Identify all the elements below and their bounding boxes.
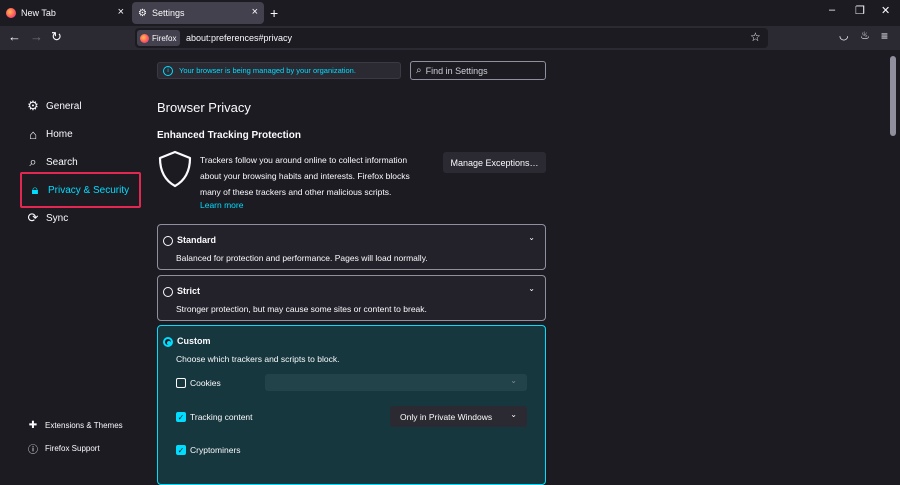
identity-label: Firefox bbox=[152, 33, 177, 43]
strict-radio[interactable] bbox=[163, 287, 173, 297]
option-description: Choose which trackers and scripts to blo… bbox=[176, 354, 340, 364]
gear-icon: ⚙ bbox=[138, 7, 147, 19]
custom-radio[interactable] bbox=[163, 337, 173, 347]
tab-title: New Tab bbox=[21, 8, 56, 18]
menu-icon[interactable]: ≡ bbox=[881, 29, 888, 43]
learn-more-link[interactable]: Learn more bbox=[200, 200, 243, 210]
shield-icon bbox=[157, 150, 193, 188]
option-description: Stronger protection, but may cause some … bbox=[176, 304, 427, 314]
managed-banner[interactable]: i Your browser is being managed by your … bbox=[157, 62, 401, 79]
bookmark-star-icon[interactable]: ☆ bbox=[750, 30, 761, 44]
lock-icon: 🔒︎ bbox=[31, 182, 39, 197]
sidebar-item-label: Sync bbox=[46, 212, 69, 224]
chevron-down-icon: ⌄ bbox=[510, 410, 517, 419]
sidebar-footer-label: Firefox Support bbox=[45, 444, 100, 453]
manage-exceptions-button[interactable]: Manage Exceptions… bbox=[443, 152, 546, 173]
sidebar-item-label: Home bbox=[46, 128, 73, 140]
search-input[interactable]: ⌕ Find in Settings bbox=[410, 61, 546, 80]
account-icon[interactable]: ♨ bbox=[860, 29, 870, 42]
checkbox-label: Cookies bbox=[190, 378, 221, 388]
tab-bar: New Tab × ⚙ Settings × + – ❐ ✕ bbox=[0, 0, 900, 26]
standard-radio[interactable] bbox=[163, 236, 173, 246]
sidebar-footer-label: Extensions & Themes bbox=[45, 421, 123, 430]
scrollbar[interactable] bbox=[890, 56, 896, 136]
chevron-down-icon[interactable]: ⌄ bbox=[528, 284, 535, 293]
sidebar-item-label: Search bbox=[46, 156, 78, 168]
pocket-icon[interactable]: ◡ bbox=[839, 29, 849, 42]
firefox-icon bbox=[6, 8, 16, 18]
sidebar-extensions-themes[interactable]: ✚ Extensions & Themes bbox=[27, 420, 123, 431]
identity-box[interactable]: Firefox bbox=[137, 30, 180, 46]
sidebar-item-label: General bbox=[46, 100, 82, 112]
page-title: Browser Privacy bbox=[157, 100, 251, 115]
cookies-select[interactable]: ⌄ bbox=[265, 374, 527, 391]
close-window-button[interactable]: ✕ bbox=[881, 4, 890, 17]
cookies-checkbox[interactable] bbox=[176, 378, 186, 388]
cookies-row[interactable]: Cookies bbox=[176, 378, 221, 388]
new-tab-button[interactable]: + bbox=[270, 5, 278, 21]
cryptominers-checkbox[interactable]: ✓ bbox=[176, 445, 186, 455]
restore-button[interactable]: ❐ bbox=[855, 4, 865, 17]
sidebar-item-privacy[interactable]: 🔒︎ Privacy & Security bbox=[20, 172, 141, 208]
tracking-content-select[interactable]: Only in Private Windows ⌄ bbox=[390, 406, 527, 427]
minimize-button[interactable]: – bbox=[829, 4, 835, 16]
sidebar-item-general[interactable]: ⚙ General bbox=[24, 96, 82, 116]
tracking-content-checkbox[interactable]: ✓ bbox=[176, 412, 186, 422]
section-heading: Enhanced Tracking Protection bbox=[157, 130, 301, 141]
search-icon: ⌕ bbox=[29, 154, 37, 169]
search-icon: ⌕ bbox=[416, 65, 422, 76]
option-custom[interactable]: Custom Choose which trackers and scripts… bbox=[157, 325, 546, 485]
checkbox-label: Tracking content bbox=[190, 412, 253, 422]
close-tab-icon[interactable]: × bbox=[118, 6, 124, 18]
puzzle-icon: ✚ bbox=[28, 420, 38, 431]
search-placeholder: Find in Settings bbox=[425, 65, 488, 76]
sidebar-item-sync[interactable]: ⟳ Sync bbox=[24, 208, 69, 228]
option-standard[interactable]: Standard Balanced for protection and per… bbox=[157, 224, 546, 270]
forward-arrow-icon[interactable]: → bbox=[30, 29, 43, 44]
sidebar-item-search[interactable]: ⌕ Search bbox=[24, 152, 78, 172]
help-icon: ⓘ bbox=[28, 445, 38, 456]
managed-text: Your browser is being managed by your or… bbox=[179, 66, 356, 75]
sync-icon: ⟳ bbox=[27, 210, 39, 225]
chevron-down-icon: ⌄ bbox=[510, 376, 517, 385]
home-icon: ⌂ bbox=[29, 126, 37, 142]
sidebar-item-home[interactable]: ⌂ Home bbox=[24, 124, 73, 144]
firefox-icon bbox=[140, 33, 149, 43]
gear-icon: ⚙ bbox=[27, 98, 39, 113]
info-icon: i bbox=[163, 65, 173, 76]
option-title: Standard bbox=[177, 235, 217, 245]
checkbox-label: Cryptominers bbox=[190, 445, 241, 455]
tab-title: Settings bbox=[151, 8, 185, 18]
etp-description: Trackers follow you around online to col… bbox=[200, 155, 410, 197]
close-tab-icon[interactable]: × bbox=[252, 6, 258, 18]
chevron-down-icon[interactable]: ⌄ bbox=[528, 233, 535, 242]
tab-new-tab[interactable]: New Tab × bbox=[0, 2, 130, 24]
select-value: Only in Private Windows bbox=[400, 411, 493, 422]
option-description: Balanced for protection and performance.… bbox=[176, 253, 428, 263]
sidebar-firefox-support[interactable]: ⓘ Firefox Support bbox=[27, 441, 100, 456]
url-text[interactable]: about:preferences#privacy bbox=[186, 33, 292, 43]
option-title: Custom bbox=[177, 336, 211, 346]
tracking-content-row[interactable]: ✓ Tracking content bbox=[176, 412, 253, 422]
reload-icon[interactable]: ↻ bbox=[51, 29, 62, 45]
option-strict[interactable]: Strict Stronger protection, but may caus… bbox=[157, 275, 546, 321]
cryptominers-row[interactable]: ✓ Cryptominers bbox=[176, 445, 241, 455]
sidebar-item-label: Privacy & Security bbox=[48, 184, 130, 196]
option-title: Strict bbox=[177, 286, 201, 296]
tab-settings[interactable]: ⚙ Settings × bbox=[132, 2, 264, 24]
back-arrow-icon[interactable]: ← bbox=[8, 29, 21, 44]
